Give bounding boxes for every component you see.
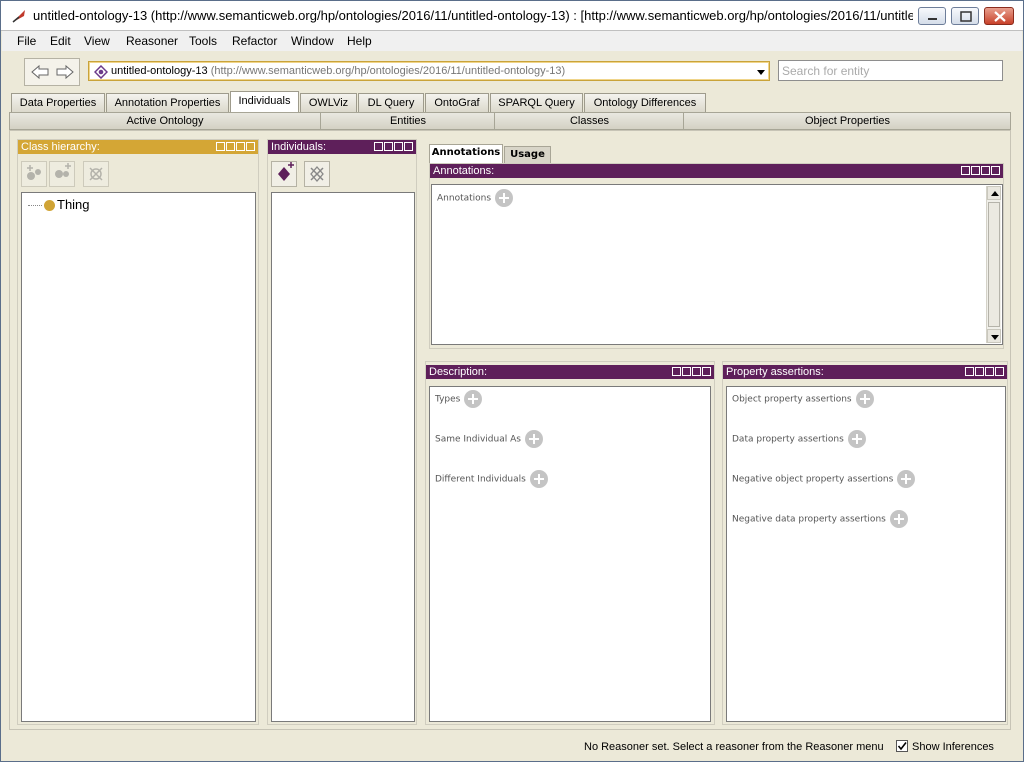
menu-window[interactable]: Window (291, 34, 334, 48)
annotations-list[interactable]: Annotations (431, 184, 1003, 345)
scroll-thumb[interactable] (988, 202, 1000, 327)
tab-ontology-differences[interactable]: Ontology Differences (584, 93, 706, 112)
view-controls[interactable] (671, 367, 711, 377)
delete-individual-button[interactable] (304, 161, 330, 187)
class-tree[interactable]: Thing (21, 192, 256, 722)
menu-refactor[interactable]: Refactor (232, 34, 277, 48)
search-input[interactable] (778, 60, 1003, 81)
secondary-tabs: Active Ontology Entities Classes Object … (9, 112, 1011, 130)
class-icon (44, 200, 55, 212)
object-property-assertions-section: Object property assertions (732, 390, 874, 408)
scroll-up-icon[interactable] (987, 186, 1001, 200)
negative-data-property-assertions-section: Negative data property assertions (732, 510, 908, 528)
title-bar[interactable]: untitled-ontology-13 (http://www.semanti… (1, 1, 1023, 31)
add-same-individual-icon[interactable] (524, 430, 543, 448)
add-individual-button[interactable] (271, 161, 297, 187)
property-assertions-list[interactable]: Object property assertions Data property… (726, 386, 1006, 722)
tab-data-properties[interactable]: Data Properties (11, 93, 105, 112)
menu-help[interactable]: Help (347, 34, 372, 48)
reasoner-status: No Reasoner set. Select a reasoner from … (584, 741, 884, 753)
view-controls[interactable] (960, 166, 1000, 176)
add-type-icon[interactable] (464, 390, 483, 408)
menu-tools[interactable]: Tools (189, 34, 217, 48)
toolbar: untitled-ontology-13 (http://www.semanti… (2, 51, 1022, 91)
tab-classes[interactable]: Classes (496, 113, 684, 129)
tree-item-thing[interactable]: Thing (28, 197, 90, 212)
add-subclass-button[interactable] (21, 161, 47, 187)
delete-class-button[interactable] (83, 161, 109, 187)
ontology-icon (93, 64, 109, 82)
annotations-scrollbar[interactable] (986, 186, 1001, 343)
description-list[interactable]: Types Same Individual As Different Indiv… (429, 386, 711, 722)
minimize-button[interactable] (918, 7, 946, 25)
data-property-assertions-section: Data property assertions (732, 430, 866, 448)
tab-entities[interactable]: Entities (322, 113, 495, 129)
description-header: Description: (426, 365, 714, 379)
tree-connector (28, 205, 42, 207)
tab-annotation-properties[interactable]: Annotation Properties (106, 93, 229, 112)
add-sibling-class-button[interactable] (49, 161, 75, 187)
individuals-view: Individuals: (267, 139, 417, 725)
negative-object-property-assertions-section: Negative object property assertions (732, 470, 916, 488)
active-ontology-selector[interactable]: untitled-ontology-13 (http://www.semanti… (88, 61, 770, 81)
tab-active-ontology[interactable]: Active Ontology (10, 113, 321, 129)
property-assertions-view: Property assertions: Object property ass… (722, 361, 1008, 725)
chevron-down-icon[interactable] (756, 68, 766, 80)
class-hierarchy-view: Class hierarchy: Thing (17, 139, 259, 725)
annotations-view: Annotations Usage Annotations: Annotatio… (425, 139, 1008, 353)
different-individuals-section: Different Individuals (435, 470, 548, 488)
tab-sparql-query[interactable]: SPARQL Query (490, 93, 583, 112)
back-arrow-icon[interactable] (29, 63, 51, 81)
show-inferences-label[interactable]: Show Inferences (912, 741, 994, 753)
workspace: Class hierarchy: Thing Individuals: Anno… (9, 130, 1011, 730)
window-title: untitled-ontology-13 (http://www.semanti… (33, 8, 913, 23)
navigation-buttons (24, 58, 80, 86)
forward-arrow-icon[interactable] (54, 63, 76, 81)
menu-file[interactable]: File (17, 34, 36, 48)
menu-edit[interactable]: Edit (50, 34, 71, 48)
tab-annotations[interactable]: Annotations (429, 144, 503, 163)
tab-ontograf[interactable]: OntoGraf (425, 93, 489, 112)
tab-object-properties[interactable]: Object Properties (685, 113, 1010, 129)
menu-reasoner[interactable]: Reasoner (126, 34, 178, 48)
add-data-property-assertion-icon[interactable] (847, 430, 866, 448)
individuals-header: Individuals: (268, 140, 416, 154)
ontology-label: untitled-ontology-13 (http://www.semanti… (111, 65, 566, 77)
add-object-property-assertion-icon[interactable] (855, 390, 874, 408)
tab-individuals[interactable]: Individuals (230, 91, 299, 112)
menu-view[interactable]: View (84, 34, 110, 48)
add-annotation-icon[interactable] (495, 189, 514, 207)
status-bar: No Reasoner set. Select a reasoner from … (2, 731, 1022, 761)
menu-bar: File Edit View Reasoner Tools Refactor W… (2, 31, 1022, 51)
description-view: Description: Types Same Individual As Di… (425, 361, 715, 725)
maximize-button[interactable] (951, 7, 979, 25)
class-hierarchy-header: Class hierarchy: (18, 140, 258, 154)
tab-usage[interactable]: Usage (504, 146, 551, 163)
view-controls[interactable] (964, 367, 1004, 377)
add-negative-data-property-assertion-icon[interactable] (889, 510, 908, 528)
scroll-down-icon[interactable] (987, 329, 1001, 343)
show-inferences-checkbox[interactable] (896, 740, 908, 752)
annotations-header: Annotations: (430, 164, 1003, 178)
add-negative-object-property-assertion-icon[interactable] (897, 470, 916, 488)
annotations-subview: Annotations: Annotations (429, 163, 1004, 349)
view-controls[interactable] (215, 142, 255, 152)
individuals-list[interactable] (271, 192, 415, 722)
types-section: Types (435, 390, 483, 408)
annotations-section: Annotations (437, 189, 514, 207)
close-button[interactable] (984, 7, 1014, 25)
protege-window: untitled-ontology-13 (http://www.semanti… (0, 0, 1024, 762)
tab-dl-query[interactable]: DL Query (358, 93, 424, 112)
same-individual-section: Same Individual As (435, 430, 543, 448)
property-assertions-header: Property assertions: (723, 365, 1007, 379)
app-icon (10, 7, 28, 25)
add-different-individual-icon[interactable] (529, 470, 548, 488)
tab-owlviz[interactable]: OWLViz (300, 93, 357, 112)
view-controls[interactable] (373, 142, 413, 152)
main-tabs: Data Properties Annotation Properties In… (2, 91, 1022, 112)
